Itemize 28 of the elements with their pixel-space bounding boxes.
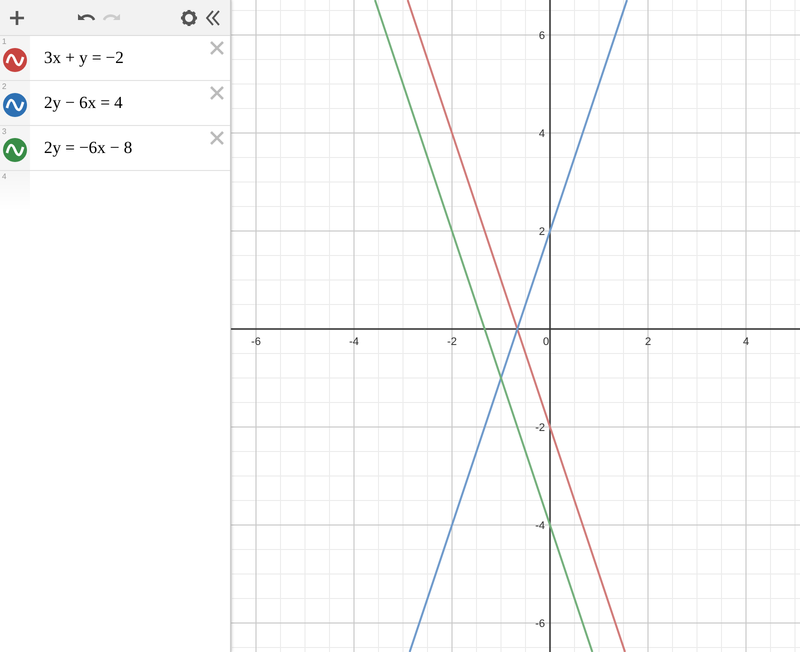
expression-input[interactable]: 2y − 6x = 4 xyxy=(30,81,210,125)
x-tick-label: -2 xyxy=(447,336,457,348)
wave-icon[interactable] xyxy=(3,93,27,117)
x-tick-label: -6 xyxy=(251,336,261,348)
x-tick-label: 2 xyxy=(644,336,652,348)
settings-icon xyxy=(180,8,198,26)
expression-input[interactable]: 3x + y = −2 xyxy=(30,36,210,80)
expression-number: 4 xyxy=(2,172,6,181)
wave-icon[interactable] xyxy=(3,48,27,72)
y-tick-label: 6 xyxy=(538,30,545,42)
undo-icon xyxy=(78,13,96,22)
expression-input[interactable]: 2y = −6x − 8 xyxy=(30,126,210,170)
y-tick-label: 4 xyxy=(538,128,545,140)
y-tick-label: -4 xyxy=(535,520,545,532)
y-tick-label: 2 xyxy=(538,226,545,238)
x-tick-label: 4 xyxy=(742,336,750,348)
wave-icon[interactable] xyxy=(3,138,27,162)
y-tick-label: -6 xyxy=(535,618,545,630)
plus-icon xyxy=(10,10,24,24)
graph-plot[interactable]: -6 -4 -2 0 2 4 -6 -4 -2 2 4 6 xyxy=(231,0,800,652)
x-tick-label: -4 xyxy=(349,336,359,348)
y-tick-label: -2 xyxy=(535,422,545,434)
redo-icon xyxy=(103,13,120,22)
expression-number: 2 xyxy=(2,82,6,91)
double-chevron-icon xyxy=(206,10,220,26)
expression-number: 3 xyxy=(2,127,6,136)
expression-number: 1 xyxy=(2,37,6,46)
x-tick-label: 0 xyxy=(542,336,550,348)
